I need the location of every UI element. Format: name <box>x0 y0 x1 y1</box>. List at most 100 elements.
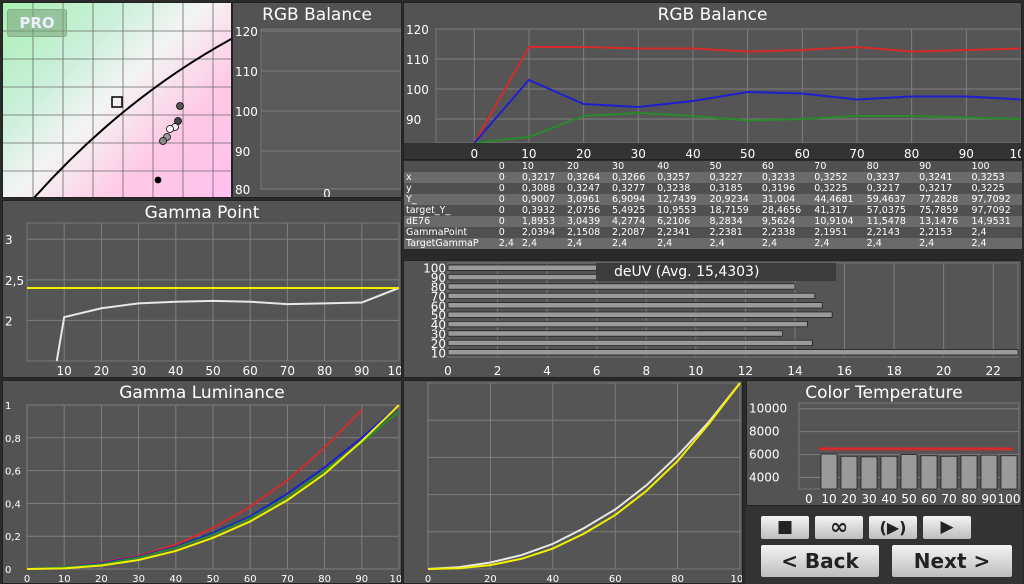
table-cell: 10,9553 <box>657 205 697 216</box>
loop-button[interactable]: ∞ <box>814 515 864 540</box>
table-row: TargetGammaP 2,4 2,4 2,4 2,4 2,4 2,4 2,4 2,4 2,4 2… <box>404 238 1022 249</box>
x-tick-label: 30 <box>132 574 145 584</box>
table-cell: 1,8953 <box>521 216 556 227</box>
pro-badge: PRO <box>7 9 67 37</box>
x-tick-label: 90 <box>354 364 369 378</box>
table-cell: 2,4 <box>709 238 725 249</box>
table-cell: 5,4925 <box>612 205 646 216</box>
table-cell: 12,7439 <box>657 194 697 205</box>
table-cell: 2,4 <box>498 238 514 249</box>
x-tick-label: 20 <box>936 364 951 378</box>
y-tick-label: 90 <box>235 145 250 159</box>
table-cell: 100 <box>971 161 990 172</box>
x-tick-label: 12 <box>738 364 753 378</box>
table-cell: 0 <box>498 161 505 172</box>
y-tick-label: 1 <box>5 401 11 412</box>
x-tick-label: 10 <box>821 492 836 506</box>
x-tick-label: 40 <box>546 574 559 584</box>
table-cell: 57,0375 <box>866 205 906 216</box>
gamma-luminance-panel: Gamma Luminance 1 0,8 0,6 0,4 0,2 0 0 10 20 30 40 5… <box>2 380 402 584</box>
y-tick-label: 3 <box>5 233 13 247</box>
table-cell: 2,4 <box>814 238 830 249</box>
x-tick-label: 40 <box>881 492 896 506</box>
table-cell: 18,7159 <box>709 205 749 216</box>
table-cell: 2,4 <box>657 238 673 249</box>
deuv-title: deUV (Avg. 15,4303) <box>596 263 836 281</box>
x-tick-label: 10 <box>521 147 536 160</box>
y-tick-label: 8000 <box>749 425 780 439</box>
temperature-bar <box>860 456 878 490</box>
table-cell: GammaPoint <box>406 227 468 238</box>
table-cell: 0 <box>498 172 505 183</box>
y-tick-label: 120 <box>406 23 429 37</box>
table-cell: 11,5478 <box>866 216 906 227</box>
table-cell: 0,3185 <box>709 183 743 194</box>
next-button[interactable]: Next > <box>891 544 1013 578</box>
y-tick-label: 10000 <box>749 402 787 416</box>
back-button[interactable]: < Back <box>760 544 880 578</box>
table-cell: 13,1476 <box>919 216 959 227</box>
cie-diagram-panel: PRO <box>2 2 232 198</box>
table-cell: 2,4 <box>919 238 935 249</box>
stop-button[interactable]: ■ <box>760 515 810 540</box>
table-cell: 9,5624 <box>761 216 796 227</box>
table-cell: 0,9007 <box>521 194 556 205</box>
table-cell: 90 <box>919 161 932 172</box>
y-tick-label: 4000 <box>749 471 780 485</box>
play-button[interactable]: ▶ <box>922 515 972 540</box>
x-tick-label: 90 <box>355 574 368 584</box>
table-cell: 10 <box>521 161 534 172</box>
y-tick-label: 2,5 <box>5 274 24 288</box>
table-cell: 2,2338 <box>761 227 796 238</box>
x-tick-label: 40 <box>168 364 183 378</box>
x-tick-label: 100 <box>389 574 402 584</box>
table-row: dE76 0 1,8953 3,0439 4,2774 6,2106 8,2834 9,562… <box>404 216 1022 227</box>
table-cell: 60 <box>761 161 774 172</box>
table-cell: 41,317 <box>814 205 848 216</box>
table-cell: 3,0439 <box>566 216 601 227</box>
table-cell: 0 <box>498 183 505 194</box>
table-cell: 0,3253 <box>971 172 1005 183</box>
deuv-bar <box>447 302 823 309</box>
color-temperature-panel: Color Temperature 10000 8000 6000 4000 0 10 20… <box>746 380 1022 506</box>
y-tick-label: 0,2 <box>5 532 21 543</box>
x-tick-label: 100 <box>1010 147 1022 160</box>
x-tick-label: 60 <box>921 492 936 506</box>
table-cell: 0,3932 <box>521 205 556 216</box>
table-row: GammaPoint 0 2,0394 2,1508 2,2087 2,2341 2,238… <box>404 227 1022 238</box>
x-tick-label: 10 <box>58 574 71 584</box>
y-tick-label: 2 <box>5 314 13 328</box>
table-cell: 0,3257 <box>657 172 691 183</box>
table-cell: 50 <box>709 161 722 172</box>
x-tick-label: 40 <box>685 147 700 160</box>
table-cell: 2,2087 <box>612 227 646 238</box>
x-tick-label: 20 <box>484 574 497 584</box>
table-cell: 2,4 <box>521 238 537 249</box>
x-tick-label: 100 <box>388 364 402 378</box>
y-tick-label: 0,8 <box>5 434 21 445</box>
x-tick-label: 16 <box>837 364 852 378</box>
x-tick-label: 22 <box>986 364 1001 378</box>
x-tick-label: 20 <box>841 492 856 506</box>
x-tick-label: 50 <box>740 147 755 160</box>
gamma-point-panel: Gamma Point 3 2,5 2 10 20 30 40 50 60 70 80 90 100 <box>2 200 402 378</box>
table-cell: dE76 <box>406 216 431 227</box>
play-continuous-button[interactable]: (▶) <box>868 515 918 540</box>
x-tick-label: 90 <box>959 147 974 160</box>
x-tick-label: 30 <box>861 492 876 506</box>
measurement-point <box>154 176 162 184</box>
x-tick-label: 100 <box>998 492 1021 506</box>
x-tick-label: 0 <box>425 574 431 584</box>
x-tick-label: 60 <box>244 574 257 584</box>
table-cell: 20 <box>566 161 580 172</box>
table-cell: 0,3217 <box>919 183 953 194</box>
x-tick-label: 80 <box>318 574 331 584</box>
deuv-bar <box>447 339 813 346</box>
y-tick-label: 120 <box>235 25 258 39</box>
table-header-row: 0 10 20 30 40 50 60 70 80 90 100 <box>404 161 1022 172</box>
table-cell: 0,3264 <box>566 172 601 183</box>
table-cell: 0,3217 <box>866 183 900 194</box>
table-cell: target_Y_ <box>406 205 451 216</box>
deuv-panel: 0 2 4 6 8 10 12 14 16 18 20 22 100 90 80 70 60 50 40 30 20 10… <box>403 260 1022 378</box>
x-tick-label: 20 <box>95 574 108 584</box>
